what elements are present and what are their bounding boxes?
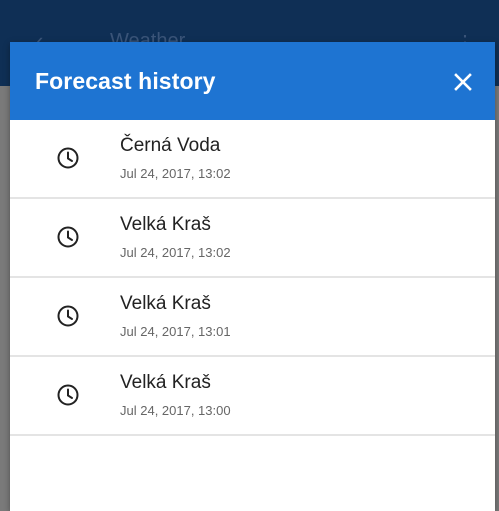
history-item-location: Černá Voda [120,135,221,156]
history-item-timestamp: Jul 24, 2017, 13:00 [120,403,231,418]
history-item[interactable]: Velká Kraš Jul 24, 2017, 13:02 [10,199,495,278]
history-item-location: Velká Kraš [120,293,211,314]
forecast-history-dialog: Forecast history Černá Voda Jul 24, 2017… [10,42,495,511]
history-item-timestamp: Jul 24, 2017, 13:01 [120,324,231,339]
history-item-timestamp: Jul 24, 2017, 13:02 [120,166,231,181]
history-item-location: Velká Kraš [120,372,211,393]
dialog-header: Forecast history [10,42,495,120]
clock-icon [57,226,79,248]
history-list: Černá Voda Jul 24, 2017, 13:02 Velká Kra… [10,120,495,436]
close-button[interactable] [445,64,481,100]
clock-icon [57,384,79,406]
history-item[interactable]: Velká Kraš Jul 24, 2017, 13:01 [10,278,495,357]
background-dim-left [0,86,10,511]
history-item-location: Velká Kraš [120,214,211,235]
history-item-timestamp: Jul 24, 2017, 13:02 [120,245,231,260]
history-item[interactable]: Velká Kraš Jul 24, 2017, 13:00 [10,357,495,436]
clock-icon [57,147,79,169]
dialog-title: Forecast history [35,68,216,94]
screen: ‹ Weather ⋮ Forecast history Černá Voda [0,0,499,511]
history-item[interactable]: Černá Voda Jul 24, 2017, 13:02 [10,120,495,199]
close-icon [454,73,472,91]
clock-icon [57,305,79,327]
background-dim-right [495,86,499,511]
